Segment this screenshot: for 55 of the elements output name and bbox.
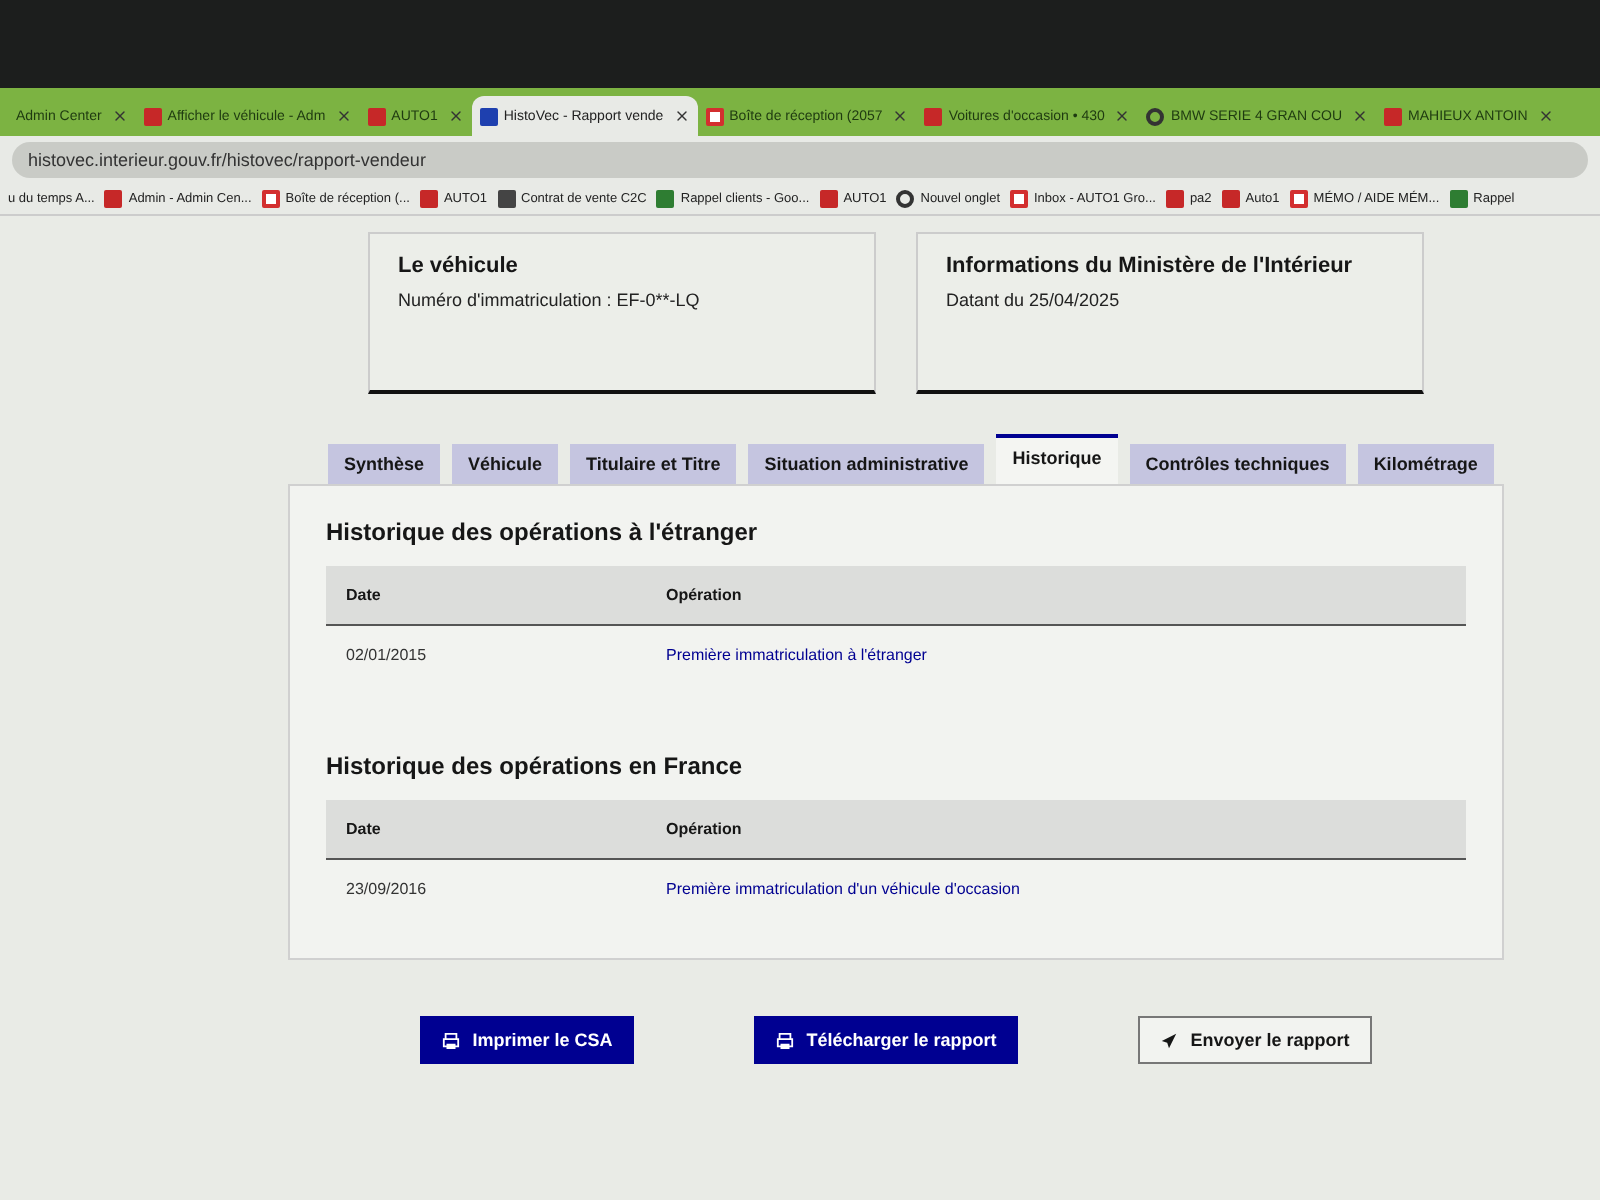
printer-icon (442, 1031, 461, 1049)
column-header: Date (326, 566, 646, 626)
tab[interactable]: Historique (996, 434, 1118, 484)
address-field[interactable]: histovec.interieur.gouv.fr/histovec/rapport-vendeur (12, 142, 1588, 178)
table-cell-text: 02/01/2015 (344, 644, 429, 668)
action-button[interactable]: Envoyer le rapport (1138, 1016, 1372, 1064)
favicon-icon (1449, 190, 1468, 208)
favicon-icon (497, 190, 515, 208)
card-text: Numéro d'immatriculation : EF-0**-LQ (398, 290, 702, 310)
table-cell-text: Première immatriculation d'un véhicule d'occasion (664, 878, 1022, 902)
favicon-icon (1289, 190, 1308, 208)
action-button[interactable]: Imprimer le CSA (420, 1016, 635, 1064)
column-header: Date (326, 800, 646, 860)
favicon-icon (1221, 190, 1240, 208)
favicon-icon (819, 190, 838, 208)
favicon-icon (924, 107, 943, 125)
favicon-icon (419, 190, 438, 208)
close-icon[interactable] (1114, 108, 1131, 124)
section-title: Historique des opérations en France (326, 752, 745, 780)
tab[interactable]: Titulaire et Titre (570, 444, 737, 484)
card-text: Datant du 25/04/2025 (946, 290, 1122, 310)
column-header: Opération (646, 566, 1466, 626)
tab[interactable]: Véhicule (452, 444, 559, 484)
close-icon[interactable] (1352, 108, 1369, 124)
favicon-icon (705, 107, 724, 125)
favicon-icon (261, 190, 280, 208)
favicon-icon (1165, 190, 1184, 208)
close-icon[interactable] (335, 108, 352, 124)
favicon-icon (656, 190, 675, 208)
favicon-icon (479, 107, 498, 125)
tab[interactable]: Situation administrative (748, 444, 985, 484)
action-button[interactable]: Télécharger le rapport (754, 1016, 1019, 1064)
send-icon (1160, 1031, 1179, 1049)
card-title: Informations du Ministère de l'Intérieur (946, 254, 1355, 278)
close-icon[interactable] (447, 108, 464, 124)
close-icon[interactable] (892, 108, 909, 124)
close-icon[interactable] (1537, 108, 1554, 124)
favicon-icon (104, 190, 123, 208)
table-cell-text: Première immatriculation à l'étranger (664, 644, 929, 668)
favicon-icon (896, 190, 915, 208)
section-title: Historique des opérations à l'étranger (326, 518, 760, 546)
tab[interactable]: Kilométrage (1357, 444, 1494, 484)
tab[interactable]: Synthèse (328, 444, 441, 484)
favicon-icon (1146, 107, 1165, 125)
printer-icon (776, 1031, 795, 1049)
column-header: Opération (646, 800, 1466, 860)
favicon-icon (1384, 107, 1403, 125)
close-icon[interactable] (111, 108, 128, 124)
tab[interactable]: Contrôles techniques (1129, 444, 1346, 484)
favicon-icon (143, 107, 162, 125)
favicon-icon (367, 107, 386, 125)
close-icon[interactable] (673, 108, 690, 124)
card-title: Le véhicule (398, 254, 520, 278)
table-cell-text: 23/09/2016 (344, 878, 429, 902)
favicon-icon (1010, 190, 1028, 208)
